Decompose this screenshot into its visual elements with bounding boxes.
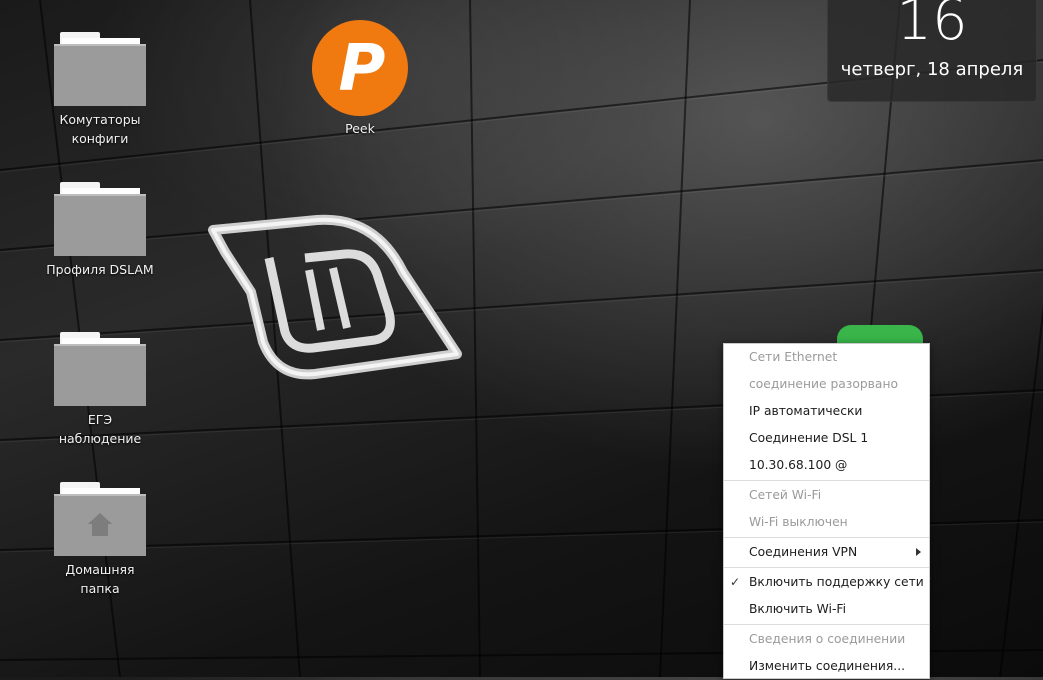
folder-label: ЕГЭ наблюдение [58, 412, 142, 446]
peek-label: Peek [345, 121, 375, 136]
menu-enable-wifi[interactable]: Включить Wi-Fi [724, 596, 929, 623]
menu-enable-networking[interactable]: ✓ Включить поддержку сети [724, 569, 929, 596]
menu-edit-connections[interactable]: Изменить соединения... [724, 653, 929, 680]
menu-ethernet-header: Сети Ethernet [749, 350, 838, 364]
menu-enable-networking-label: Включить поддержку сети [749, 575, 924, 589]
menu-ip-address[interactable]: 10.30.68.100 @ [724, 452, 929, 479]
submenu-arrow-icon [916, 548, 921, 556]
menu-ethernet-status: соединение разорвано [749, 377, 899, 391]
clock-time: 16 [896, 0, 968, 53]
folder-label-line2: конфиги [71, 131, 129, 146]
menu-wifi-status: Wi-Fi выключен [749, 515, 848, 529]
menu-separator [724, 624, 929, 625]
desktop-folder-dslam-profiles[interactable]: Профиля DSLAM [45, 182, 155, 279]
peek-icon: P [312, 20, 408, 116]
house-icon [88, 513, 112, 536]
network-menu: Сети Ethernet соединение разорвано IP ав… [723, 343, 930, 679]
folder-icon [54, 332, 146, 406]
desktop-home-folder[interactable]: Домашняя папка [45, 482, 155, 598]
folder-label: Профиля DSLAM [46, 262, 154, 277]
menu-separator [724, 537, 929, 538]
menu-ip-automatic[interactable]: IP автоматически [724, 398, 929, 425]
menu-dsl-connection[interactable]: Соединение DSL 1 [724, 425, 929, 452]
checkmark-icon: ✓ [730, 575, 741, 589]
desktop-folder-ege-monitoring[interactable]: ЕГЭ наблюдение [45, 332, 155, 448]
menu-connection-info: Сведения о соединении [749, 632, 906, 646]
mint-logo [208, 214, 462, 380]
desktop-folder-switch-configs[interactable]: Комутаторы конфиги [45, 32, 155, 148]
menu-vpn-connections[interactable]: Соединения VPN [724, 539, 929, 566]
menu-wifi-header: Сетей Wi-Fi [749, 488, 822, 502]
folder-icon [54, 32, 146, 106]
folder-icon [54, 182, 146, 256]
menu-separator [724, 480, 929, 481]
folder-label: Домашняя папка [65, 562, 135, 596]
clock-date: четверг, 18 апреля [840, 59, 1024, 80]
menu-separator [724, 567, 929, 568]
peek-glyph: P [339, 32, 386, 106]
folder-label-line1: Комутаторы [59, 112, 141, 127]
clock-desklet: 16 четверг, 18 апреля [827, 0, 1037, 102]
menu-vpn-label: Соединения VPN [749, 545, 858, 559]
home-folder-icon [54, 482, 146, 556]
